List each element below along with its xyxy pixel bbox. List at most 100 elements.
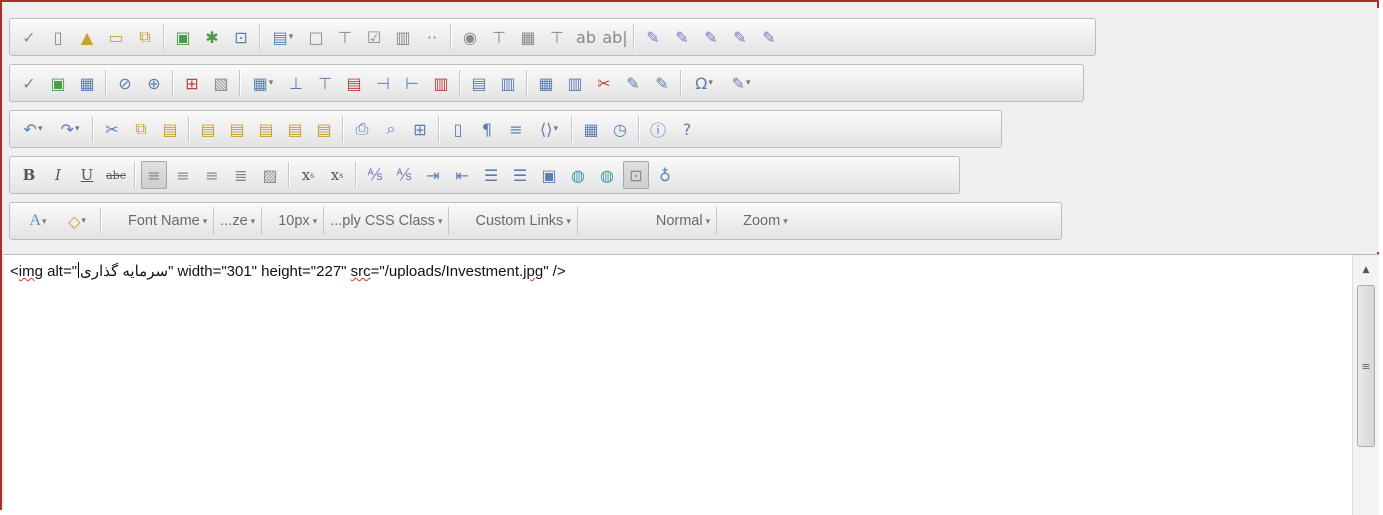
insert-snippet-icon[interactable]: ⊞ [179,69,205,97]
justify-icon[interactable]: ≣ [228,161,254,189]
insert-date-icon[interactable]: ▦ [578,115,604,143]
format-stripper-icon[interactable]: ✎ [669,23,695,51]
insert-image-icon[interactable]: ▣ [45,69,71,97]
insert-form-element-icon[interactable]: ▤ [266,23,300,51]
strip-word-icon[interactable]: ✎ [756,23,782,51]
outdent-icon[interactable]: ⇤ [449,161,475,189]
insert-column-left-icon[interactable]: ⊣ [370,69,396,97]
paste-icon[interactable]: ▤ [157,115,183,143]
paste-plain-text-icon[interactable]: ▤ [253,115,279,143]
convert-lower-icon[interactable]: ⅍ [362,161,388,189]
paste-html-icon[interactable]: ▤ [311,115,337,143]
toggle-borders-icon[interactable]: ⊡ [623,161,649,189]
template-manager-icon[interactable]: ⊡ [228,23,254,51]
scrollbar-thumb[interactable]: ≡ [1357,285,1375,447]
image-properties-icon[interactable]: ▦ [74,69,100,97]
paragraph-style-dropdown[interactable]: Normal ▾ [578,207,718,235]
new-document-icon[interactable]: ▯ [45,23,71,51]
html-source-line[interactable]: <img alt=" سرمایه گذاری" width="301" heig… [10,262,566,280]
select-icon[interactable]: ab [573,23,599,51]
form-field-icon[interactable]: ⊤ [332,23,358,51]
help-icon[interactable]: ? [674,115,700,143]
vertical-scrollbar[interactable]: ▲ ≡ [1352,255,1379,515]
font-size-dropdown[interactable]: ...ze ▾ [214,207,263,235]
cell-properties-icon[interactable]: ✎ [620,69,646,97]
insert-column-right-icon[interactable]: ⊢ [399,69,425,97]
insert-time-icon[interactable]: ◷ [607,115,633,143]
italic-button[interactable]: I [45,161,71,189]
strip-font-icon[interactable]: ✎ [698,23,724,51]
flash-manager-icon[interactable]: ✱ [199,23,225,51]
undo-icon[interactable]: ↶ [16,115,50,143]
button-icon[interactable]: ⊤ [486,23,512,51]
reset-button-icon[interactable]: ⊤ [544,23,570,51]
remove-link-icon[interactable]: ⊕ [141,69,167,97]
delete-column-icon[interactable]: ▥ [428,69,454,97]
select-all-icon[interactable]: ⊞ [407,115,433,143]
media-manager-icon[interactable]: ⧉ [132,23,158,51]
spellcheck-icon[interactable]: ✓ [16,69,42,97]
align-center-icon[interactable]: ≡ [170,161,196,189]
superscript-button[interactable]: xs [295,161,321,189]
indent-icon[interactable]: ⇥ [420,161,446,189]
symbol-omega-icon[interactable]: Ω [687,69,721,97]
password-field-icon[interactable]: ▦ [515,23,541,51]
line-spacing-icon[interactable]: ≡ [503,115,529,143]
remove-alignment-icon[interactable]: ▨ [257,161,283,189]
paragraph-mark-icon[interactable]: ¶ [474,115,500,143]
hidden-field-icon[interactable]: ·· [419,23,445,51]
page-properties-icon[interactable]: ▯ [445,115,471,143]
format-code-icon[interactable]: ✎ [640,23,666,51]
html-source-editor[interactable]: <img alt=" سرمایه گذاری" width="301" heig… [4,254,1379,515]
cut-icon[interactable]: ✂ [99,115,125,143]
insert-link-icon[interactable]: ⊘ [112,69,138,97]
scroll-up-arrow-icon[interactable]: ▲ [1353,257,1379,283]
checkbox-icon[interactable]: ☑ [361,23,387,51]
table-properties-icon[interactable]: ✎ [649,69,675,97]
track-changes-icon[interactable]: ♁ [652,161,678,189]
insert-picture-icon[interactable]: ▣ [536,161,562,189]
insert-row-above-icon[interactable]: ⊥ [283,69,309,97]
merge-rows-icon[interactable]: ▤ [466,69,492,97]
image-map-icon[interactable]: ▣ [170,23,196,51]
merge-columns-icon[interactable]: ▥ [495,69,521,97]
zoom-dropdown[interactable]: Zoom ▾ [717,207,794,235]
text-field-icon[interactable]: ab| [602,23,628,51]
form-icon[interactable]: □ [303,23,329,51]
split-row-icon[interactable]: ▦ [533,69,559,97]
numbered-list-icon[interactable]: ☰ [478,161,504,189]
subscript-button[interactable]: xs [324,161,350,189]
remove-hyperlink-icon[interactable]: ◍ [594,161,620,189]
bulleted-list-icon[interactable]: ☰ [507,161,533,189]
find-replace-icon[interactable]: ⌕ [378,115,404,143]
about-icon[interactable]: ⓘ [645,115,671,143]
hyperlink-manager-icon[interactable]: ◍ [565,161,591,189]
paste-word-clean-icon[interactable]: ▤ [224,115,250,143]
insert-custom-link-icon[interactable]: ⟨⟩ [532,115,566,143]
styles-brush-icon[interactable]: ✎ [724,69,758,97]
underline-button[interactable]: U [74,161,100,189]
strip-css-icon[interactable]: ✎ [727,23,753,51]
convert-upper-icon[interactable]: ⅍ [391,161,417,189]
copy-icon[interactable]: ⧉ [128,115,154,143]
insert-table-icon[interactable]: ▦ [246,69,280,97]
split-column-icon[interactable]: ▥ [562,69,588,97]
align-left-icon[interactable]: ≡ [141,161,167,189]
textarea-icon[interactable]: ▥ [390,23,416,51]
delete-row-icon[interactable]: ▤ [341,69,367,97]
fore-color-button[interactable]: A [20,207,56,235]
redo-icon[interactable]: ↷ [53,115,87,143]
paste-from-word-icon[interactable]: ▤ [195,115,221,143]
custom-links-dropdown[interactable]: Custom Links ▾ [449,207,578,235]
radio-button-icon[interactable]: ◉ [457,23,483,51]
insert-row-below-icon[interactable]: ⊤ [312,69,338,97]
font-name-dropdown[interactable]: Font Name ▾ [122,207,215,235]
paste-as-html-icon[interactable]: ▤ [282,115,308,143]
strikethrough-button[interactable]: abc [103,161,129,189]
image-manager-icon[interactable]: ▲ [74,23,100,51]
apply-css-class-dropdown[interactable]: ...ply CSS Class ▾ [324,207,450,235]
align-right-icon[interactable]: ≡ [199,161,225,189]
print-icon[interactable]: ⎙ [349,115,375,143]
back-color-icon[interactable]: ◇ [59,207,95,235]
bold-button[interactable]: B [16,161,42,189]
